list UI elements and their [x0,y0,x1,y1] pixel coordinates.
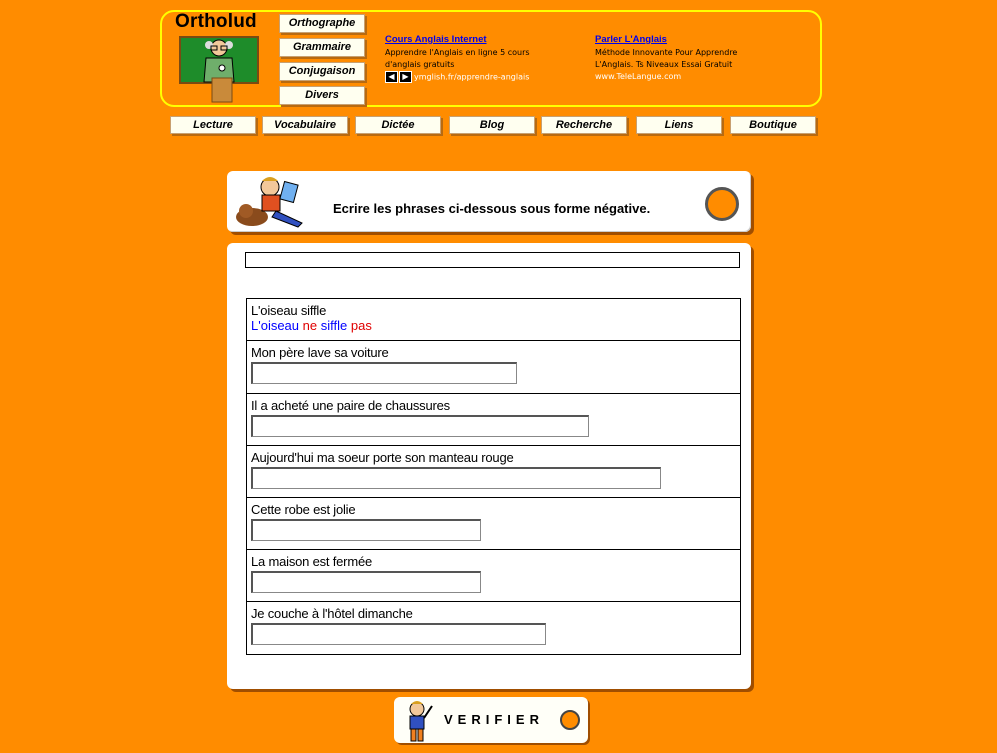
result-box [245,252,740,268]
category-orthographe[interactable]: Orthographe [279,14,365,33]
exercise-row: Cette robe est jolie [247,497,740,549]
orange-circle-icon [560,710,580,730]
orange-circle-icon [705,187,739,221]
ad-parler-anglais: Parler L'Anglais Méthode Innovante Pour … [595,34,737,83]
example-word: L'oiseau [251,318,300,333]
example-word: siffle [320,318,348,333]
exercise-sentence: Aujourd'hui ma soeur porte son manteau r… [251,450,514,465]
nav-dictee[interactable]: Dictée [355,116,441,134]
exercise-sentence: Il a acheté une paire de chaussures [251,398,450,413]
instruction-text: Ecrire les phrases ci-dessous sous forme… [333,201,651,216]
nav-liens[interactable]: Liens [636,116,722,134]
exercise-table: L'oiseau siffle L'oiseau ne siffle pas M… [246,298,741,655]
ad-nav-arrows[interactable]: ◀ ▶ [385,71,413,83]
answer-input-4[interactable] [251,519,481,541]
ad-parler-anglais-link[interactable]: Parler L'Anglais [595,34,737,46]
category-divers[interactable]: Divers [279,86,365,105]
exercise-panel: L'oiseau siffle L'oiseau ne siffle pas M… [227,243,751,689]
example-row: L'oiseau siffle L'oiseau ne siffle pas [247,299,740,340]
kid-waving-icon [409,701,433,742]
answer-input-5[interactable] [251,571,481,593]
ad-line: d'anglais gratuits [385,60,455,69]
ad-cours-anglais-link[interactable]: Cours Anglais Internet [385,34,530,46]
ad-line: Méthode Innovante Pour Apprendre [595,48,738,57]
nav-boutique[interactable]: Boutique [730,116,816,134]
ad-url[interactable]: www.TeleLangue.com [595,71,737,83]
exercise-row: La maison est fermée [247,549,740,601]
exercise-row: Il a acheté une paire de chaussures [247,393,740,445]
example-sentence: L'oiseau siffle [251,303,327,318]
example-word: ne [302,318,318,333]
nav-blog[interactable]: Blog [449,116,535,134]
category-conjugaison[interactable]: Conjugaison [279,62,365,81]
arrow-left-icon[interactable]: ◀ [385,71,398,83]
exercise-sentence: La maison est fermée [251,554,373,569]
verify-label: VERIFIER [444,712,544,727]
ad-line: Apprendre l'Anglais en ligne 5 cours [385,48,530,57]
ad-cours-anglais: Cours Anglais Internet Apprendre l'Angla… [385,34,530,84]
answer-input-2[interactable] [251,415,589,437]
exercise-sentence: Cette robe est jolie [251,502,356,517]
instruction-panel: Ecrire les phrases ci-dessous sous forme… [227,171,751,232]
verify-button[interactable]: VERIFIER [394,697,588,743]
exercise-row: Je couche à l'hôtel dimanche [247,601,740,654]
kid-reading-icon [236,177,303,228]
answer-input-1[interactable] [251,362,517,384]
exercise-sentence: Je couche à l'hôtel dimanche [251,606,413,621]
nav-vocabulaire[interactable]: Vocabulaire [262,116,348,134]
category-grammaire[interactable]: Grammaire [279,38,365,57]
answer-input-3[interactable] [251,467,661,489]
logo-title[interactable]: Ortholud [175,11,257,33]
professor-icon [203,39,235,103]
ad-url[interactable]: ymglish.fr/apprendre-anglais [414,73,529,82]
exercise-row: Mon père lave sa voiture [247,340,740,393]
answer-input-6[interactable] [251,623,546,645]
exercise-sentence: Mon père lave sa voiture [251,345,389,360]
example-word: pas [350,318,372,333]
example-answer: L'oiseau ne siffle pas [251,318,736,333]
arrow-right-icon[interactable]: ▶ [399,71,412,83]
ad-line: L'Anglais. Ts Niveaux Essai Gratuit [595,60,733,69]
nav-lecture[interactable]: Lecture [170,116,256,134]
nav-recherche[interactable]: Recherche [541,116,627,134]
exercise-row: Aujourd'hui ma soeur porte son manteau r… [247,445,740,497]
site-header: Ortholud Orthographe Grammaire Conjugais… [160,10,822,107]
